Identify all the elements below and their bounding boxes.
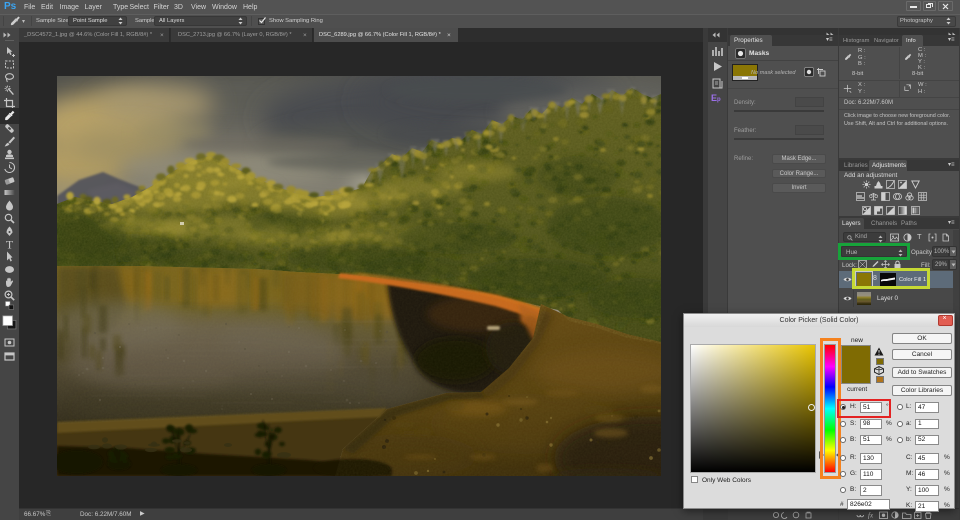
svg-text:fx: fx <box>868 512 874 520</box>
svg-text:T: T <box>6 238 14 251</box>
